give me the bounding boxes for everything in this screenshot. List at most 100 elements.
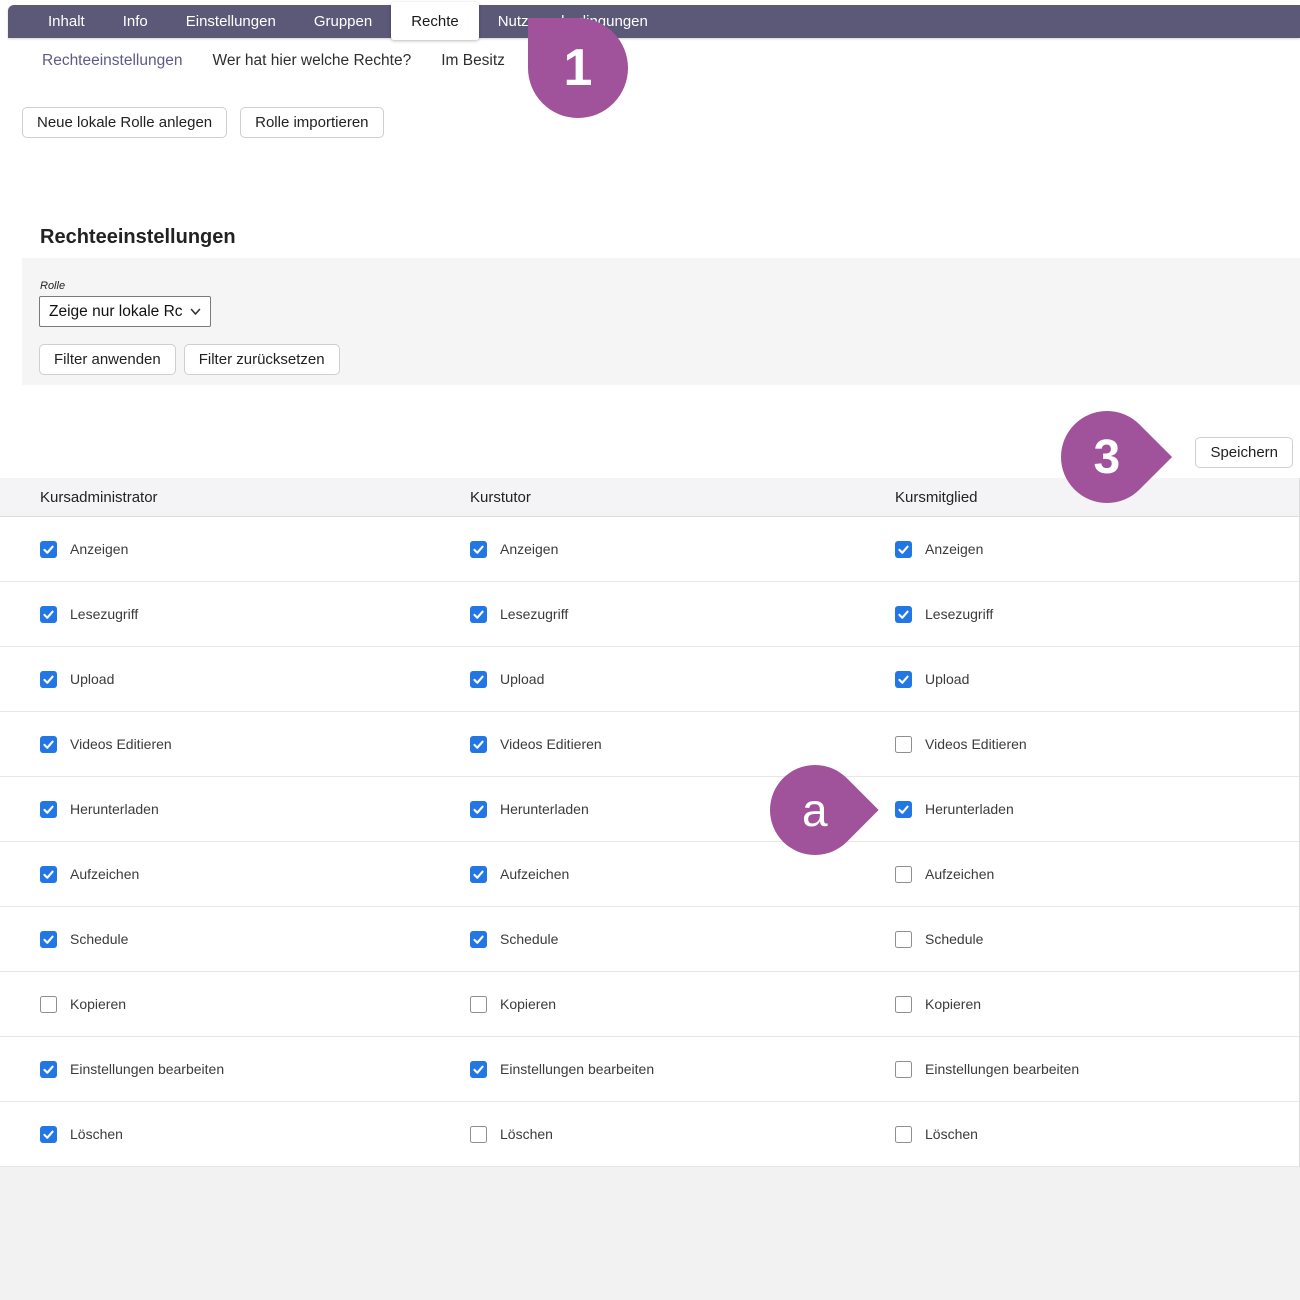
permission-label: Anzeigen <box>500 541 558 557</box>
table-row: HerunterladenHerunterladenHerunterladen <box>0 777 1299 842</box>
permission-checkbox[interactable] <box>40 1061 57 1078</box>
permission-label: Anzeigen <box>70 541 128 557</box>
permission-label: Lesezugriff <box>70 606 138 622</box>
permission-label: Schedule <box>925 931 983 947</box>
permission-checkbox[interactable] <box>895 931 912 948</box>
permission-cell: Schedule <box>40 931 470 948</box>
save-button[interactable]: Speichern <box>1195 437 1293 468</box>
permission-label: Upload <box>500 671 544 687</box>
permission-cell: Einstellungen bearbeiten <box>470 1061 895 1078</box>
permission-checkbox[interactable] <box>470 996 487 1013</box>
permission-cell: Lesezugriff <box>895 606 1299 623</box>
table-row: Schedule Schedule Schedule <box>0 907 1299 972</box>
role-select[interactable]: Zeige nur lokale Rc <box>39 296 211 327</box>
subnav-item[interactable]: Im Besitz <box>441 52 505 70</box>
permission-checkbox[interactable] <box>40 996 57 1013</box>
permission-label: Löschen <box>925 1126 978 1142</box>
permission-label: Herunterladen <box>70 801 159 817</box>
permission-cell: Löschen <box>40 1126 470 1143</box>
permission-label: Upload <box>925 671 969 687</box>
permission-checkbox[interactable] <box>40 866 57 883</box>
permission-checkbox[interactable] <box>895 736 912 753</box>
permission-checkbox[interactable] <box>40 541 57 558</box>
nav-tab[interactable]: Info <box>104 5 167 38</box>
filter-buttons: Filter anwenden Filter zurücksetzen <box>39 344 340 375</box>
table-row: Videos EditierenVideos EditierenVideos E… <box>0 712 1299 777</box>
permission-label: Einstellungen bearbeiten <box>70 1061 224 1077</box>
permission-checkbox[interactable] <box>895 541 912 558</box>
permission-cell: Kopieren <box>40 996 470 1013</box>
column-header: Kurstutor <box>470 489 895 506</box>
subnav-item[interactable]: Wer hat hier welche Rechte? <box>212 52 411 70</box>
permission-label: Schedule <box>500 931 558 947</box>
table-row: Aufzeichen Aufzeichen Aufzeichen <box>0 842 1299 907</box>
permission-cell: Herunterladen <box>895 801 1299 818</box>
annotation-marker-1: 1 <box>528 18 628 118</box>
nav-tab[interactable]: Rechte <box>391 2 479 40</box>
permission-checkbox[interactable] <box>895 996 912 1013</box>
permission-cell: Videos Editieren <box>470 736 895 753</box>
nav-tab[interactable]: Einstellungen <box>167 5 295 38</box>
permission-checkbox[interactable] <box>40 931 57 948</box>
permission-checkbox[interactable] <box>895 866 912 883</box>
permission-checkbox[interactable] <box>470 931 487 948</box>
import-role-button[interactable]: Rolle importieren <box>240 107 383 138</box>
permission-cell: Kopieren <box>895 996 1299 1013</box>
permission-checkbox[interactable] <box>470 606 487 623</box>
permission-cell: Anzeigen <box>40 541 470 558</box>
permission-label: Anzeigen <box>925 541 983 557</box>
table-row: Anzeigen Anzeigen Anzeigen <box>0 517 1299 582</box>
permission-cell: Einstellungen bearbeiten <box>40 1061 470 1078</box>
annotation-1-label: 1 <box>564 38 593 98</box>
permission-checkbox[interactable] <box>470 541 487 558</box>
permission-checkbox[interactable] <box>895 1126 912 1143</box>
permission-checkbox[interactable] <box>40 671 57 688</box>
permission-checkbox[interactable] <box>40 801 57 818</box>
reset-filter-button[interactable]: Filter zurücksetzen <box>184 344 340 375</box>
column-header: Kursadministrator <box>40 489 470 506</box>
permission-checkbox[interactable] <box>470 866 487 883</box>
permission-cell: Lesezugriff <box>470 606 895 623</box>
subnav-item[interactable]: Rechteeinstellungen <box>42 52 182 70</box>
table-row: Upload Upload Upload <box>0 647 1299 712</box>
permission-label: Herunterladen <box>925 801 1014 817</box>
annotation-a-label: a <box>802 783 828 837</box>
permission-cell: Kopieren <box>470 996 895 1013</box>
nav-tab[interactable]: Gruppen <box>295 5 391 38</box>
permission-checkbox[interactable] <box>895 801 912 818</box>
nav-tab[interactable]: Inhalt <box>29 5 104 38</box>
permission-checkbox[interactable] <box>470 801 487 818</box>
permission-label: Aufzeichen <box>70 866 139 882</box>
course-rights-page: InhaltInfoEinstellungenGruppenRechteNutz… <box>0 0 1300 1300</box>
permission-checkbox[interactable] <box>470 671 487 688</box>
permission-label: Upload <box>70 671 114 687</box>
apply-filter-button[interactable]: Filter anwenden <box>39 344 176 375</box>
permission-checkbox[interactable] <box>470 1126 487 1143</box>
permission-checkbox[interactable] <box>40 736 57 753</box>
permission-cell: Schedule <box>895 931 1299 948</box>
table-row: Löschen Löschen Löschen <box>0 1102 1299 1167</box>
permission-label: Löschen <box>500 1126 553 1142</box>
permission-cell: Anzeigen <box>470 541 895 558</box>
permission-cell: Aufzeichen <box>470 866 895 883</box>
permission-checkbox[interactable] <box>895 606 912 623</box>
permission-checkbox[interactable] <box>895 1061 912 1078</box>
permission-cell: Löschen <box>470 1126 895 1143</box>
role-select-value: Zeige nur lokale Rc <box>49 303 183 321</box>
permission-label: Videos Editieren <box>925 736 1027 752</box>
permission-cell: Löschen <box>895 1126 1299 1143</box>
permission-checkbox[interactable] <box>470 1061 487 1078</box>
page-title: Rechteeinstellungen <box>40 226 236 249</box>
permission-cell: Videos Editieren <box>40 736 470 753</box>
permission-checkbox[interactable] <box>470 736 487 753</box>
permission-label: Einstellungen bearbeiten <box>500 1061 654 1077</box>
permission-label: Kopieren <box>925 996 981 1012</box>
permission-label: Aufzeichen <box>925 866 994 882</box>
permission-checkbox[interactable] <box>895 671 912 688</box>
permission-checkbox[interactable] <box>40 1126 57 1143</box>
chevron-down-icon <box>190 308 201 316</box>
new-local-role-button[interactable]: Neue lokale Rolle anlegen <box>22 107 227 138</box>
permission-cell: Videos Editieren <box>895 736 1299 753</box>
permission-label: Lesezugriff <box>925 606 993 622</box>
permission-checkbox[interactable] <box>40 606 57 623</box>
